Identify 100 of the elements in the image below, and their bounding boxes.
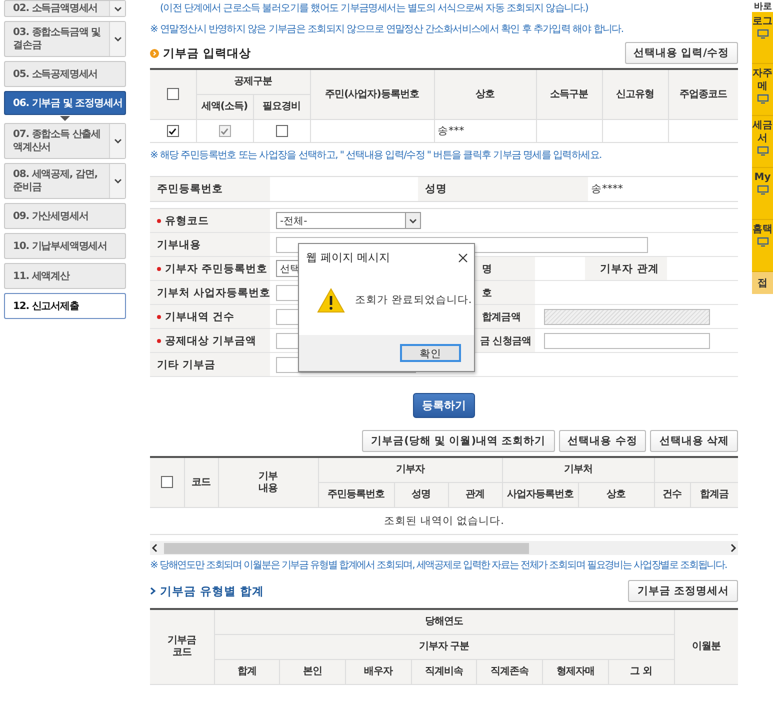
monitor-icon <box>756 185 768 195</box>
column-header: 주민등록번호 <box>318 482 394 508</box>
quick-menu-item[interactable]: My <box>752 168 773 220</box>
horizontal-scrollbar[interactable] <box>150 541 738 555</box>
sidebar-item[interactable]: 09. 가산세명세서 <box>4 203 126 229</box>
adjustment-statement-button[interactable]: 기부금 조정명세서 <box>628 580 738 602</box>
column-header: 기부 내용 <box>218 457 318 508</box>
column-header: 건수 <box>654 482 690 508</box>
close-icon[interactable] <box>458 252 468 262</box>
quick-menu-title: 바로 <box>754 1 773 12</box>
column-header: 직계존속 <box>476 660 543 684</box>
warning-icon <box>317 288 345 312</box>
empty-message: 조회된 내역이 없습니다. <box>150 508 738 534</box>
field-label: 주민등록번호 <box>150 176 270 202</box>
column-header: 기부자 <box>318 457 502 482</box>
column-header: 필요경비 <box>253 94 310 120</box>
checkbox[interactable] <box>166 88 179 100</box>
field-label: 기타 기부금 <box>157 358 216 372</box>
section-title: 기부금 유형별 합계 <box>160 584 264 598</box>
column-header: 기부금 코드 <box>150 609 214 684</box>
column-header: 상호 <box>578 482 654 508</box>
monitor-icon <box>756 29 768 39</box>
sidebar-item[interactable]: 02. 소득금액명세서 <box>4 0 126 17</box>
column-header: 이월분 <box>674 609 738 684</box>
column-header: 성명 <box>394 482 448 508</box>
monitor-icon <box>756 237 768 247</box>
field-value: 송**** <box>588 176 738 202</box>
section-title: 기부금 입력대상 <box>163 46 252 60</box>
ok-button[interactable]: 확인 <box>400 344 461 362</box>
column-header: 관계 <box>448 482 502 508</box>
sidebar-item[interactable]: 10. 기납부세액명세서 <box>4 233 126 259</box>
column-header: 사업자등록번호 <box>502 482 578 508</box>
checkbox[interactable] <box>160 476 173 488</box>
quick-menu-item[interactable]: 자주 메 <box>752 64 773 116</box>
field-label: 공제대상 기부금액 <box>165 334 257 348</box>
expand-toggle[interactable] <box>109 22 125 56</box>
expand-toggle[interactable] <box>109 164 125 198</box>
field-label: 기부처 사업자등록번호 <box>157 286 271 300</box>
chevron-down-icon <box>114 6 122 12</box>
chevron-down-icon <box>114 178 122 184</box>
column-header: 당해연도 <box>214 609 674 634</box>
quick-menu-item[interactable]: 로그 <box>752 12 773 64</box>
scroll-left-icon[interactable] <box>150 543 160 553</box>
claim-amount-field[interactable] <box>544 332 710 348</box>
register-button[interactable]: 등록하기 <box>413 393 475 418</box>
field-label: 기부자 주민등록번호 <box>165 262 268 276</box>
sidebar-item[interactable]: 08. 세액공제, 감면, 준비금 <box>4 163 126 199</box>
notice-text: ※ 해당 주민등록번호 또는 사업장을 선택하고, " 선택내용 입력/수정 " 버튼을 클릭후 기부금 명세를 입력하세요. <box>150 149 602 162</box>
table-cell: 송*** <box>434 120 536 142</box>
notice-text: (이전 단계에서 근로소득 불러오기를 했어도 기부금명세서는 별도의 서식으로써 자동 조회되지 않습니다.) <box>159 2 589 15</box>
sidebar-item[interactable]: 05. 소득공제명세서 <box>4 61 126 87</box>
monitor-icon <box>756 94 768 104</box>
quick-menu-item[interactable]: 홈택 <box>752 220 773 272</box>
checkbox[interactable] <box>276 125 288 138</box>
field-label: 기부내용 <box>157 238 201 252</box>
expand-toggle[interactable] <box>109 1 125 16</box>
expand-toggle[interactable] <box>109 124 125 158</box>
bullet-icon <box>150 48 159 58</box>
column-header: 주민(사업자)등록번호 <box>310 69 434 120</box>
field-label: 기부내역 건수 <box>165 310 235 324</box>
notice-text: ※ 당해연도만 조회되며 이월분은 기부금 유형별 합계에서 조회되며, 세액공제로 입력한 자료는 전체가 조회되며 필요경비는 사업장별로 조회됩니다. <box>150 559 728 572</box>
column-header: 형제자매 <box>542 660 608 684</box>
chevron-down-icon <box>114 36 122 42</box>
toolbar-button[interactable]: 선택내용 삭제 <box>650 430 738 452</box>
column-header: 본인 <box>280 660 346 684</box>
column-header: 공제구분 <box>196 69 310 94</box>
column-header: 상호 <box>434 69 536 120</box>
column-header: 그 외 <box>608 660 674 684</box>
sidebar-item[interactable]: 12. 신고서제출 <box>4 293 126 319</box>
sidebar-item[interactable]: 07. 종합소득 산출세액계산서 <box>4 123 126 159</box>
dialog-title: 웹 페이지 메시지 <box>306 250 390 265</box>
column-header: 소득구분 <box>536 69 602 120</box>
field-label: 성명 <box>418 176 588 202</box>
sidebar-item[interactable]: 11. 세액계산 <box>4 263 126 289</box>
toolbar-button[interactable]: 기부금(당해 및 이월)내역 조회하기 <box>362 430 555 452</box>
scroll-right-icon[interactable] <box>728 543 738 553</box>
down-triangle-icon <box>60 116 70 122</box>
sidebar-item[interactable]: 03. 종합소득금액 및 결손금 <box>4 21 126 57</box>
column-header: 직계비속 <box>411 660 477 684</box>
type-code-dropdown[interactable]: -전체- <box>276 212 421 229</box>
column-header: 기부자 구분 <box>214 634 674 660</box>
column-header: 코드 <box>184 457 218 508</box>
sidebar-item[interactable]: 06. 기부금 및 조정명세서 <box>4 91 126 115</box>
column-header: 신고유형 <box>602 69 668 120</box>
edit-selection-button[interactable]: 선택내용 입력/수정 <box>624 42 738 64</box>
field-label: 유형코드 <box>165 214 209 228</box>
column-header: 배우자 <box>345 660 412 684</box>
column-header: 주업종코드 <box>668 69 738 120</box>
column-header: 기부처 <box>502 457 654 482</box>
monitor-icon <box>756 146 768 156</box>
notice-text: ※ 연말정산시 반영하지 않은 기부금은 조회되지 않으므로 연말정산 간소화서비스에서 확인 후 추가입력 해야 합니다. <box>150 23 624 36</box>
column-header: 합계금 <box>690 482 738 508</box>
column-header: 세액(소득) <box>196 94 253 120</box>
toolbar-button[interactable]: 선택내용 수정 <box>558 430 646 452</box>
collapse-tab[interactable]: 접 <box>752 272 773 294</box>
quick-menu-item[interactable]: 세금 서 <box>752 116 773 168</box>
chevron-down-icon <box>114 138 122 144</box>
column-header: 합계 <box>214 660 280 684</box>
checkbox[interactable] <box>166 125 179 138</box>
chevron-right-icon <box>150 587 156 595</box>
